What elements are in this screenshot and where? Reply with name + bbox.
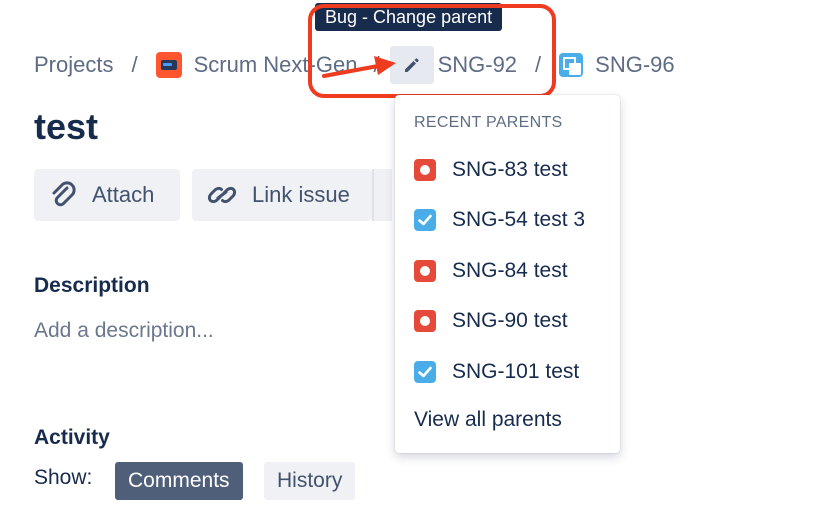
annotation-arrow-icon [322, 56, 396, 78]
parent-option[interactable]: SNG-90 test [414, 306, 568, 336]
parent-option[interactable]: SNG-101 test [414, 357, 579, 387]
breadcrumb-current-issue[interactable]: SNG-96 [595, 52, 674, 78]
attach-label: Attach [92, 182, 155, 207]
project-icon [155, 52, 182, 78]
parent-option-label: SNG-54 test 3 [452, 208, 586, 231]
breadcrumb-projects-link[interactable]: Projects [34, 52, 113, 78]
attach-button[interactable]: Attach [34, 169, 180, 221]
bug-icon [414, 310, 436, 332]
link-issue-button[interactable]: Link issue [192, 169, 372, 221]
parent-option[interactable]: SNG-84 test [414, 256, 568, 286]
activity-heading: Activity [34, 426, 110, 449]
description-field[interactable]: Add a description... [34, 319, 214, 343]
parent-option-label: SNG-83 test [452, 158, 568, 181]
bug-icon [414, 260, 436, 282]
breadcrumb-separator: / [131, 52, 138, 77]
parent-option-label: SNG-84 test [452, 259, 568, 282]
parent-option-label: SNG-101 test [452, 360, 580, 383]
paperclip-icon [52, 181, 76, 207]
more-actions-button[interactable] [372, 169, 392, 221]
task-checkbox-icon [414, 209, 436, 231]
view-all-parents-link[interactable]: View all parents [414, 408, 562, 432]
link-issue-label: Link issue [252, 182, 350, 207]
issue-title[interactable]: test [34, 106, 98, 148]
description-heading: Description [34, 274, 150, 297]
bug-icon [414, 159, 436, 181]
history-filter-button[interactable]: History [264, 462, 356, 500]
parent-option[interactable]: SNG-83 test [414, 155, 568, 185]
parent-option[interactable]: SNG-54 test 3 [414, 205, 585, 235]
recent-parents-heading: RECENT PARENTS [414, 114, 563, 131]
recent-parents-dropdown: RECENT PARENTS SNG-83 test SNG-54 test 3… [395, 95, 620, 453]
comments-filter-button[interactable]: Comments [115, 462, 243, 500]
subtask-icon [559, 53, 584, 77]
link-icon [207, 186, 237, 204]
show-label: Show: [34, 466, 93, 489]
parent-option-label: SNG-90 test [452, 309, 568, 332]
task-checkbox-icon [414, 361, 436, 383]
